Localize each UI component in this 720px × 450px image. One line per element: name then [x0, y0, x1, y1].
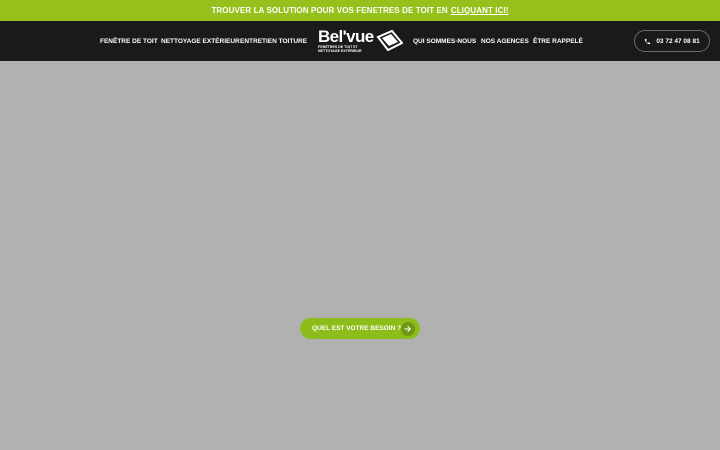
announcement-link[interactable]: CLIQUANT ICI! — [451, 6, 509, 15]
nav-item-etre-rappele[interactable]: ÊTRE RAPPELÉ — [533, 21, 583, 61]
logo-tagline-line2: NETTOYAGE EXTÉRIEUR — [318, 49, 362, 53]
nav-item-fenetre-de-toit[interactable]: FENÊTRE DE TOIT — [100, 21, 158, 61]
phone-number: 03 72 47 08 81 — [656, 37, 700, 45]
logo-brand: Bel'vue — [318, 27, 374, 46]
nav-item-nos-agences[interactable]: NOS AGENCES — [481, 21, 529, 61]
roof-window-icon — [376, 29, 403, 52]
announcement-text: TROUVER LA SOLUTION POUR VOS FENETRES DE… — [211, 6, 448, 15]
nav-item-qui-sommes-nous[interactable]: QUI SOMMES-NOUS — [413, 21, 476, 61]
site-header: FENÊTRE DE TOIT NETTOYAGE EXTÉRIEUR ENTR… — [0, 21, 720, 61]
nav-item-nettoyage-exterieur[interactable]: NETTOYAGE EXTÉRIEUR — [161, 21, 240, 61]
hero-section — [0, 61, 720, 450]
phone-button[interactable]: 03 72 47 08 81 — [634, 30, 710, 52]
announcement-bar: TROUVER LA SOLUTION POUR VOS FENETRES DE… — [0, 0, 720, 21]
need-cta-button[interactable]: QUEL EST VOTRE BESOIN ? — [300, 318, 420, 339]
site-logo[interactable]: Bel'vue FENÊTRES DE TOIT ET NETTOYAGE EX… — [316, 27, 406, 55]
arrow-right-icon — [401, 321, 415, 336]
phone-icon — [645, 38, 651, 44]
cta-label: QUEL EST VOTRE BESOIN ? — [312, 325, 402, 332]
nav-item-entretien-toiture[interactable]: ENTRETIEN TOITURE — [240, 21, 307, 61]
